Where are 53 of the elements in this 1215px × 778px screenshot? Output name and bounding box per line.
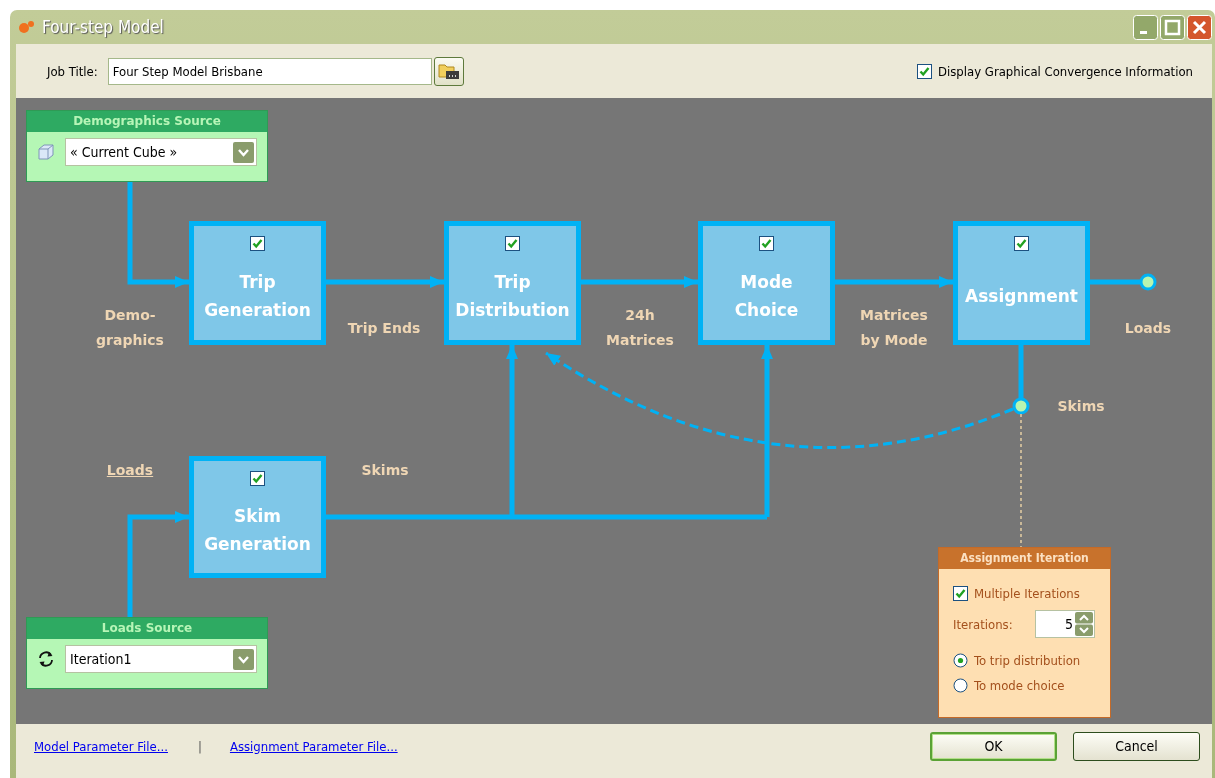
panel-title: Demographics Source <box>27 111 267 132</box>
node-label: Trip Generation <box>204 270 311 322</box>
node-label: Skim Generation <box>204 504 311 556</box>
panel-title: Assignment Iteration <box>939 548 1110 569</box>
checkbox[interactable] <box>1014 236 1029 251</box>
number-spinner[interactable]: 5 <box>1035 610 1095 638</box>
flow-label: 24h Matrices <box>606 306 674 350</box>
file-link[interactable]: Assignment Parameter File... <box>229 738 398 754</box>
job-title-field[interactable]: Four Step Model Brisbane <box>107 57 432 85</box>
flow-label: Skims <box>361 461 409 480</box>
radio-label: To mode choice <box>974 678 1065 693</box>
panel-title: Loads Source <box>27 618 267 639</box>
checkbox-label: Display Graphical Convergence Information <box>938 63 1193 79</box>
node-label: Trip Distribution <box>455 270 570 322</box>
node-label: Mode Choice <box>734 270 799 322</box>
checkbox-label: Multiple Iterations <box>974 586 1080 601</box>
minimize-icon[interactable] <box>1133 14 1158 40</box>
window-title: Four-step Model <box>42 17 165 37</box>
flow-label: Matrices by Mode <box>860 306 928 350</box>
checkbox[interactable] <box>250 236 265 251</box>
output-connector <box>1090 273 1157 291</box>
flow-label: Demo- graphics <box>96 306 164 350</box>
cancel-button[interactable]: Cancel <box>1073 731 1200 761</box>
flow-label: Skims <box>1057 397 1105 416</box>
radio-label: To trip distribution <box>974 653 1081 668</box>
separator: | <box>197 738 202 754</box>
output-connector <box>1012 345 1030 415</box>
radio-button[interactable] <box>953 678 968 693</box>
checkbox[interactable] <box>250 471 265 486</box>
flow-label: Trip Ends <box>347 319 421 338</box>
folder-icon <box>437 62 460 80</box>
chevron-down-icon <box>233 648 254 670</box>
field-label: Iterations: <box>953 616 1013 632</box>
app-logo-icon <box>18 20 36 34</box>
dropdown[interactable]: Iteration1 <box>65 645 257 673</box>
checkbox[interactable] <box>953 586 968 601</box>
flow-label: Loads <box>1124 319 1172 338</box>
chevron-down-icon <box>233 141 254 163</box>
browse-button[interactable] <box>433 56 464 86</box>
dropdown[interactable]: « Current Cube » <box>65 138 257 166</box>
checkbox[interactable] <box>759 236 774 251</box>
radio-button[interactable] <box>953 653 968 668</box>
cube-icon <box>37 143 55 161</box>
spinner-arrows-icon <box>1075 612 1093 636</box>
close-icon[interactable] <box>1187 14 1212 40</box>
node-label: Assignment <box>965 284 1078 308</box>
file-link[interactable]: Model Parameter File... <box>34 738 168 754</box>
field-label: Job Title: <box>47 63 98 79</box>
maximize-icon[interactable] <box>1160 14 1185 40</box>
refresh-icon <box>37 650 55 668</box>
ok-button[interactable]: OK <box>930 731 1057 761</box>
checkbox[interactable] <box>505 236 520 251</box>
checkbox[interactable] <box>917 63 932 79</box>
